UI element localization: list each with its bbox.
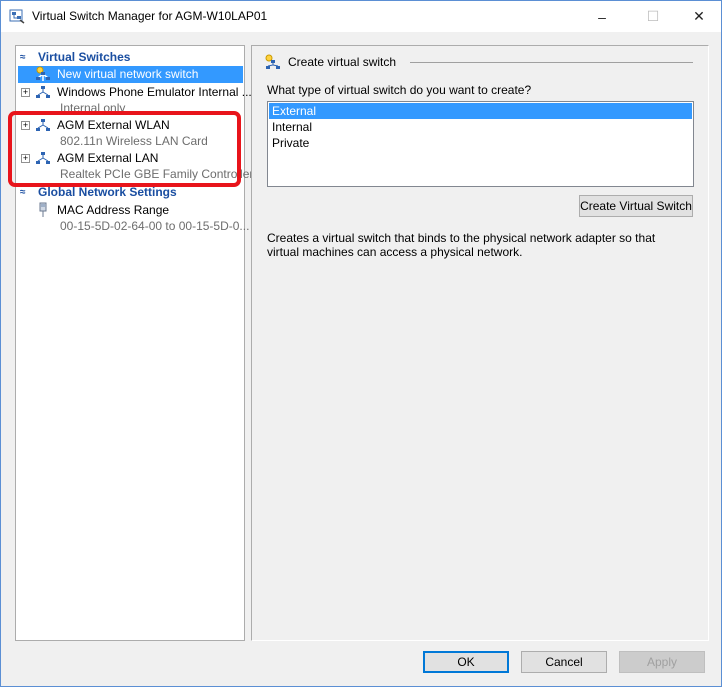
new-switch-icon [265,54,280,69]
cancel-button[interactable]: Cancel [521,651,607,673]
title-bar: Virtual Switch Manager for AGM-W10LAP01 … [1,1,721,32]
tree-item-subtitle: 00-15-5D-02-64-00 to 00-15-5D-0... [60,219,250,233]
tree-item-label: New virtual network switch [57,67,199,81]
red-highlight-annotation [8,111,241,187]
collapse-chevron-icon[interactable]: ≈ [20,187,36,198]
switch-type-question: What type of virtual switch do you want … [267,83,532,97]
window-title: Virtual Switch Manager for AGM-W10LAP01 [32,9,268,23]
tree-item-label: Windows Phone Emulator Internal ... [57,85,252,99]
network-port-icon [39,202,47,217]
apply-button[interactable]: Apply [619,651,705,673]
maximize-button[interactable]: ☐ [630,1,676,32]
virtual-switch-manager-window: Virtual Switch Manager for AGM-W10LAP01 … [0,0,722,687]
network-switch-icon [36,86,50,98]
expand-plus-icon[interactable]: + [21,88,30,97]
virtual-switches-header-label: Virtual Switches [38,50,131,64]
switch-manager-app-icon [9,9,25,24]
switch-type-option-private[interactable]: Private [269,135,692,151]
minimize-button[interactable]: – [579,1,625,32]
create-virtual-switch-button[interactable]: Create Virtual Switch [579,195,693,217]
switch-type-option-external[interactable]: External [269,103,692,119]
new-switch-icon [36,66,50,81]
create-switch-header-label: Create virtual switch [288,55,397,69]
tree-item-new-virtual-switch[interactable]: New virtual network switch [18,66,243,83]
collapse-chevron-icon[interactable]: ≈ [20,52,36,63]
tree-item-windows-phone-emulator[interactable]: + Windows Phone Emulator Internal ... [16,84,252,101]
create-switch-header: Create virtual switch [264,54,396,70]
create-switch-panel: Create virtual switch What type of virtu… [251,45,709,641]
tree-item-label: MAC Address Range [57,203,170,217]
switch-type-description: Creates a virtual switch that binds to t… [267,231,656,259]
close-button[interactable]: ✕ [676,1,722,32]
header-divider [410,62,693,63]
switch-type-list[interactable]: External Internal Private [267,101,694,187]
global-settings-header-label: Global Network Settings [38,185,177,199]
tree-item-mac-address-range[interactable]: MAC Address Range [16,202,244,219]
switch-type-option-internal[interactable]: Internal [269,119,692,135]
ok-button[interactable]: OK [423,651,509,673]
virtual-switches-section-header[interactable]: ≈ Virtual Switches [16,49,244,65]
